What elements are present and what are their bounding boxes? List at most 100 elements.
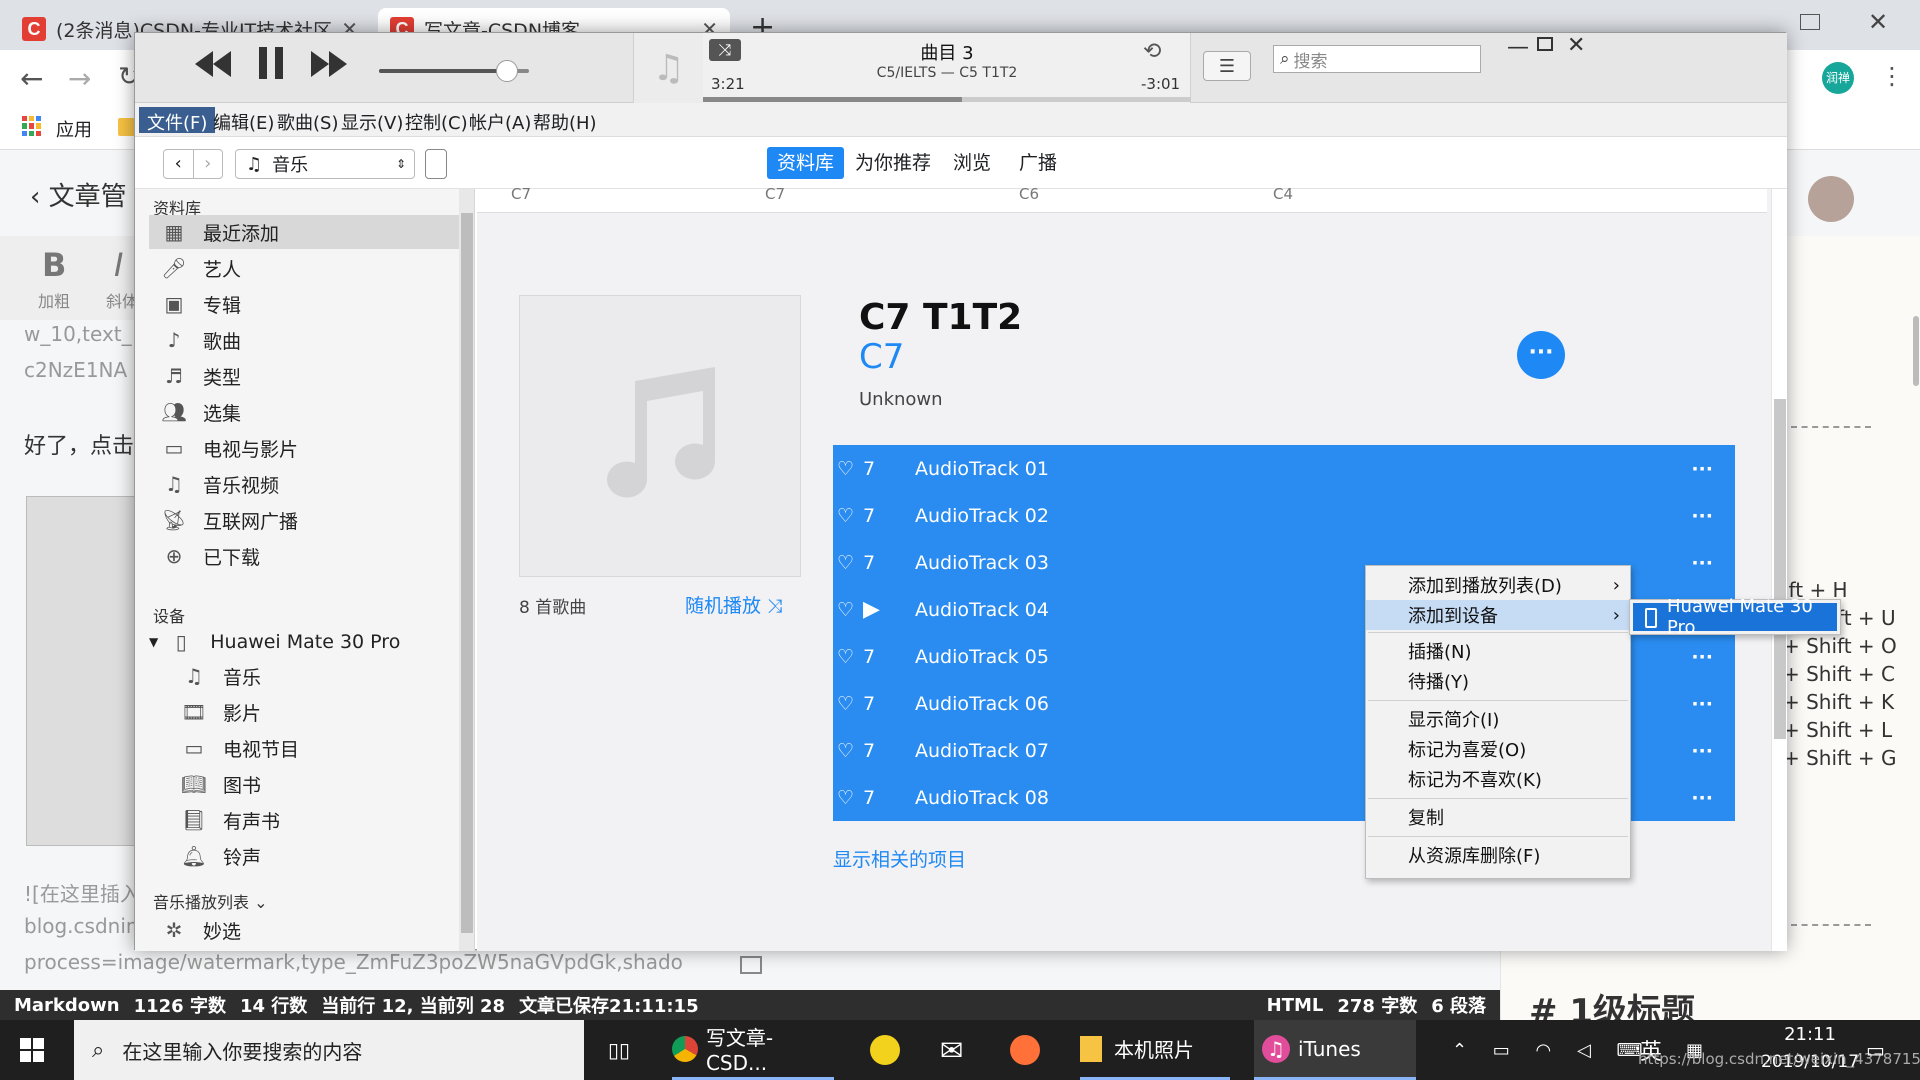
menu-help[interactable]: 帮助(H) <box>525 107 605 134</box>
disclosure-triangle-icon[interactable]: ▼ <box>149 635 158 649</box>
back-icon[interactable]: ‹ <box>164 150 194 178</box>
taskbar-app-itunes[interactable]: ♫ iTunes <box>1254 1020 1416 1080</box>
mail-icon[interactable]: ✉ <box>940 1020 963 1080</box>
forward-arrow-icon[interactable]: → <box>68 62 91 95</box>
device-item-tv[interactable]: ▭ 电视节目 <box>169 731 459 765</box>
menu-add-to-device[interactable]: 添加到设备 › <box>1366 600 1630 630</box>
sidebar-item-genres[interactable]: ♬ 类型 <box>149 359 459 393</box>
device-item-tones[interactable]: 🔔︎ 铃声 <box>169 839 459 873</box>
close-window-icon[interactable]: ✕ <box>1868 8 1888 36</box>
back-arrow-icon[interactable]: ← <box>20 62 43 95</box>
play-icon[interactable]: ▶ <box>863 597 915 622</box>
menu-delete-from-library[interactable]: 从资源库删除(F) <box>1366 840 1630 870</box>
apps-grid-icon[interactable] <box>22 116 42 136</box>
sidebar-item-artists[interactable]: 🎤︎ 艺人 <box>149 251 459 285</box>
track-row[interactable]: ♡ 7 AudioTrack 02 ··· <box>833 492 1733 539</box>
close-icon[interactable]: ✕ <box>1567 33 1585 58</box>
playlists-header[interactable]: 音乐播放列表 ⌄ <box>153 889 268 913</box>
heart-icon[interactable]: ♡ <box>833 552 863 574</box>
sidebar-item-tv-movies[interactable]: ▭ 电视与影片 <box>149 431 459 465</box>
repeat-icon[interactable]: ⟲ <box>1143 39 1161 64</box>
heart-icon[interactable]: ♡ <box>833 458 863 480</box>
row-more-icon[interactable]: ··· <box>1691 458 1713 480</box>
heart-icon[interactable]: ♡ <box>833 693 863 715</box>
album-strip-item[interactable]: C7 <box>765 185 785 203</box>
previous-icon[interactable] <box>193 49 233 79</box>
shuffle-button[interactable]: 随机播放 ⤨ <box>685 591 782 618</box>
heart-icon[interactable]: ♡ <box>833 787 863 809</box>
more-options-button[interactable]: ··· <box>1517 331 1565 379</box>
progress-bar[interactable] <box>703 97 1191 102</box>
next-icon[interactable] <box>309 49 349 79</box>
sidebar-item-compilations[interactable]: 👥︎ 选集 <box>149 395 459 429</box>
sidebar-item-albums[interactable]: ▣ 专辑 <box>149 287 459 321</box>
device-item-audiobooks[interactable]: 📘︎ 有声书 <box>169 803 459 837</box>
heart-icon[interactable]: ♡ <box>833 740 863 762</box>
sidebar-item-genius[interactable]: ✲ 妙选 <box>149 913 459 947</box>
row-more-icon[interactable]: ··· <box>1691 505 1713 527</box>
bold-icon[interactable]: B <box>42 246 66 284</box>
windows-start-icon[interactable] <box>20 1020 56 1080</box>
sidebar-item-recently-added[interactable]: ▦ 最近添加 <box>149 215 459 249</box>
restore-icon[interactable] <box>1800 14 1820 30</box>
row-more-icon[interactable]: ··· <box>1691 693 1713 715</box>
avatar[interactable]: 润禅 <box>1822 62 1854 94</box>
sidebar-device[interactable]: ▼ ▯ Huawei Mate 30 Pro <box>149 625 459 659</box>
sidebar-item-music-videos[interactable]: ♫ 音乐视频 <box>149 467 459 501</box>
album-artwork[interactable] <box>519 295 801 577</box>
menu-copy[interactable]: 复制 <box>1366 802 1630 832</box>
menu-dislike[interactable]: 标记为不喜欢(K) <box>1366 764 1630 794</box>
artwork-thumbnail[interactable]: ♫ <box>633 33 703 103</box>
row-more-icon[interactable]: ··· <box>1691 787 1713 809</box>
volume-slider[interactable] <box>379 60 529 82</box>
content-scrollbar[interactable] <box>1771 189 1787 951</box>
forward-icon[interactable]: › <box>194 150 223 178</box>
show-related-link[interactable]: 显示相关的项目 <box>833 845 966 872</box>
sidebar-item-internet-radio[interactable]: 📡︎ 互联网广播 <box>149 503 459 537</box>
maximize-icon[interactable] <box>1537 37 1553 51</box>
heart-icon[interactable]: ♡ <box>833 646 863 668</box>
taskbar-app-chrome[interactable]: 写文章-CSD... <box>672 1020 834 1080</box>
bookmark-apps[interactable]: 应用 <box>56 116 92 142</box>
scrollbar[interactable] <box>1913 316 1919 386</box>
sidebar-scrollbar[interactable] <box>459 189 474 951</box>
sidebar-item-downloaded[interactable]: ⊕ 已下载 <box>149 539 459 573</box>
heart-icon[interactable]: ♡ <box>833 599 863 621</box>
device-item-books[interactable]: 📖︎ 图书 <box>169 767 459 801</box>
system-tray-icons[interactable]: ⌃ ▭ ◠ ◁ ⌨ <box>1452 1020 1653 1080</box>
back-to-articles[interactable]: ‹ 文章管 <box>30 176 127 213</box>
firefox-icon[interactable] <box>1010 1020 1040 1080</box>
task-view-icon[interactable]: ▯▯ <box>608 1020 630 1080</box>
more-menu-icon[interactable]: ⋮ <box>1880 62 1904 90</box>
preview-icon[interactable] <box>740 956 762 974</box>
scrollbar-thumb[interactable] <box>461 213 473 933</box>
album-strip-item[interactable]: C6 <box>1019 185 1039 203</box>
menu-play-later[interactable]: 待播(Y) <box>1366 666 1630 696</box>
up-next-list-icon[interactable]: ☰ <box>1203 51 1251 81</box>
menu-file[interactable]: 文件(F) <box>139 107 216 134</box>
app-icon[interactable] <box>870 1020 900 1080</box>
search-input[interactable]: ⌕ 搜索 <box>1273 45 1481 73</box>
device-icon[interactable] <box>425 149 447 179</box>
notifications-icon[interactable]: ▭ <box>1866 1020 1885 1080</box>
minimize-icon[interactable]: — <box>1507 35 1529 60</box>
tab-radio[interactable]: 广播 <box>1019 147 1057 179</box>
volume-knob[interactable] <box>495 60 518 82</box>
italic-icon[interactable]: I <box>114 246 123 284</box>
album-strip-item[interactable]: C7 <box>511 185 531 203</box>
menu-get-info[interactable]: 显示简介(I) <box>1366 704 1630 734</box>
scrollbar-thumb[interactable] <box>1774 399 1786 739</box>
tab-browse[interactable]: 浏览 <box>953 147 991 179</box>
menu-play-next[interactable]: 插播(N) <box>1366 636 1630 666</box>
tab-for-you[interactable]: 为你推荐 <box>855 147 931 179</box>
sidebar-item-songs[interactable]: ♪ 歌曲 <box>149 323 459 357</box>
track-row[interactable]: ♡ 7 AudioTrack 01 ··· <box>833 445 1733 492</box>
album-artist[interactable]: C7 <box>859 337 904 377</box>
row-more-icon[interactable]: ··· <box>1691 552 1713 574</box>
submenu-device-item[interactable]: Huawei Mate 30 Pro <box>1633 596 1837 638</box>
clock-time[interactable]: 21:11 <box>1740 1024 1880 1045</box>
tab-library[interactable]: 资料库 <box>767 147 845 179</box>
heart-icon[interactable]: ♡ <box>833 505 863 527</box>
device-item-music[interactable]: ♫ 音乐 <box>169 659 459 693</box>
row-more-icon[interactable]: ··· <box>1691 740 1713 762</box>
